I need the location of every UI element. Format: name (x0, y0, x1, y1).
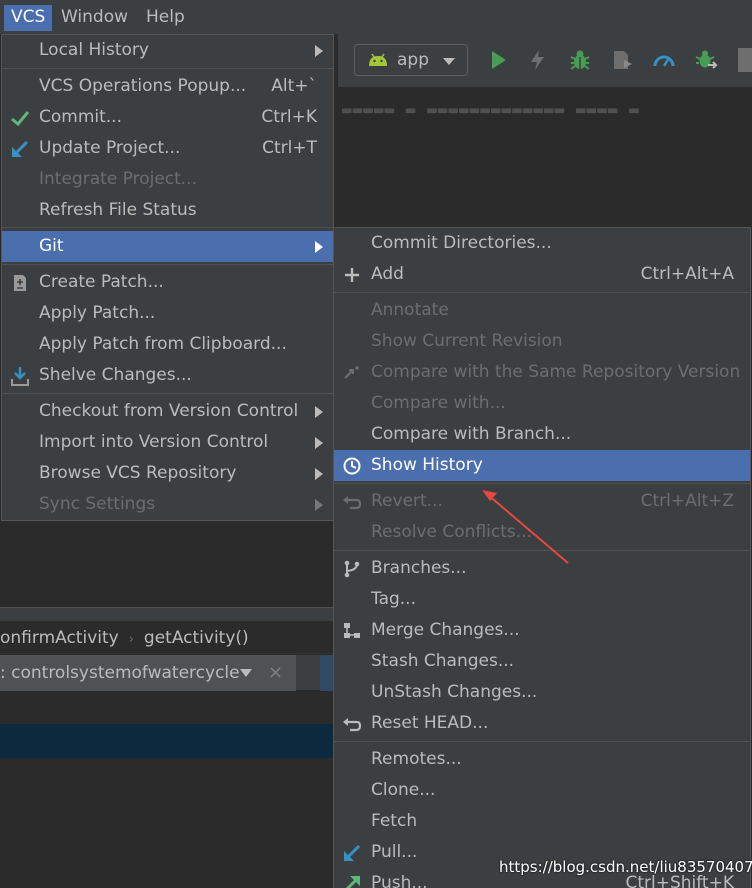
speedometer-icon[interactable] (652, 48, 676, 72)
git-item-remotes[interactable]: Remotes... (334, 744, 750, 775)
breadcrumb: onfirmActivity › getActivity() (0, 622, 333, 654)
git-item-compare-with-branch[interactable]: Compare with Branch... (334, 419, 750, 450)
stop-icon[interactable] (738, 48, 752, 72)
push-icon (345, 876, 360, 888)
console-output (0, 758, 333, 888)
breadcrumb-separator-icon: › (128, 632, 134, 647)
console-line (0, 691, 333, 724)
plus-icon (345, 268, 359, 282)
run-icon[interactable] (486, 48, 510, 72)
code-editor[interactable]: ▬▬▬▬▬ ▬ ▬▬▬▬▬▬▬▬▬▬▬▬▬ ▬▬▬▬ ▬ (338, 88, 752, 228)
chevron-down-icon[interactable] (240, 669, 252, 677)
main-toolbar: app (338, 34, 752, 88)
main-menu-bar: VCS Window Help (0, 0, 752, 34)
submenu-arrow-icon (315, 499, 323, 511)
menu-divider (2, 227, 333, 228)
vcs-item-import[interactable]: Import into Version Control (2, 427, 333, 458)
menu-divider (334, 292, 750, 293)
git-item-tag[interactable]: Tag... (334, 584, 750, 615)
git-item-reset-head[interactable]: Reset HEAD... (334, 708, 750, 739)
submenu-arrow-icon (315, 468, 323, 480)
vcs-item-apply-patch-clipboard[interactable]: Apply Patch from Clipboard... (2, 329, 333, 360)
vcs-item-update-project[interactable]: Update Project... Ctrl+T (2, 133, 333, 164)
menu-vcs[interactable]: VCS (4, 5, 53, 31)
vcs-item-shelve-changes[interactable]: Shelve Changes... (2, 360, 333, 391)
reset-icon (343, 718, 362, 732)
run-configuration-label: app (397, 50, 429, 70)
shelve-icon (11, 367, 29, 386)
git-item-branches[interactable]: Branches... (334, 553, 750, 584)
git-item-compare-same-repo: Compare with the Same Repository Version (334, 357, 750, 388)
menu-divider (2, 264, 333, 265)
git-item-compare-with: Compare with... (371, 393, 506, 413)
menu-divider (2, 393, 333, 394)
submenu-arrow-icon (315, 241, 323, 253)
console-line-selected (0, 724, 333, 758)
close-icon[interactable]: × (268, 655, 283, 691)
git-submenu: Commit Directories... Add Ctrl+Alt+A Ann… (333, 227, 751, 888)
menu-window[interactable]: Window (54, 5, 135, 31)
git-item-show-current-revision: Show Current Revision (371, 331, 563, 351)
branch-icon (344, 560, 360, 578)
vcs-item-browse-repository[interactable]: Browse VCS Repository (2, 458, 333, 489)
git-item-annotate: Annotate (371, 300, 449, 320)
git-item-show-history[interactable]: Show History (334, 450, 750, 481)
git-item-revert: Revert... Ctrl+Alt+Z (334, 486, 750, 517)
check-icon (11, 111, 30, 127)
tab-overflow (320, 655, 333, 691)
vcs-menu: Local History VCS Operations Popup... Al… (1, 34, 334, 521)
menu-divider (334, 550, 750, 551)
menu-help[interactable]: Help (139, 5, 192, 31)
vcs-item-operations-popup[interactable]: VCS Operations Popup... Alt+` (2, 71, 333, 102)
clock-icon (343, 457, 361, 475)
profile-icon[interactable] (610, 48, 634, 72)
git-item-fetch[interactable]: Fetch (334, 806, 750, 837)
breadcrumb-class[interactable]: onfirmActivity (0, 628, 119, 648)
run-tab-label: : controlsystemofwatercycle (0, 663, 240, 683)
code-line: ▬▬▬▬▬ ▬ ▬▬▬▬▬▬▬▬▬▬▬▬▬ ▬▬▬▬ ▬ (342, 100, 640, 119)
run-tool-window-header: : controlsystemofwatercycle × (0, 655, 333, 691)
submenu-arrow-icon (315, 406, 323, 418)
compare-icon (344, 366, 359, 379)
run-configuration-selector[interactable]: app (354, 44, 468, 76)
git-item-stash-changes[interactable]: Stash Changes... (334, 646, 750, 677)
menu-divider (2, 68, 333, 69)
vcs-item-create-patch[interactable]: Create Patch... (2, 267, 333, 298)
git-item-clone[interactable]: Clone... (334, 775, 750, 806)
git-item-add[interactable]: Add Ctrl+Alt+A (334, 259, 750, 290)
attach-debugger-icon[interactable] (694, 48, 718, 72)
editor-background (0, 520, 333, 608)
git-item-merge-changes[interactable]: Merge Changes... (334, 615, 750, 646)
submenu-arrow-icon (315, 437, 323, 449)
apply-changes-icon[interactable] (526, 48, 550, 72)
pull-icon (344, 844, 361, 861)
vcs-item-local-history[interactable]: Local History (2, 35, 333, 66)
panel-splitter[interactable] (0, 607, 333, 621)
chevron-down-icon (443, 58, 455, 65)
git-item-resolve-conflicts: Resolve Conflicts... (371, 522, 532, 542)
vcs-item-checkout[interactable]: Checkout from Version Control (2, 396, 333, 427)
patch-icon (14, 275, 26, 291)
submenu-arrow-icon (315, 45, 323, 57)
breadcrumb-method[interactable]: getActivity() (144, 628, 249, 648)
android-icon (369, 53, 387, 66)
vcs-item-refresh-file-status[interactable]: Refresh File Status (2, 195, 333, 226)
vcs-item-apply-patch[interactable]: Apply Patch... (2, 298, 333, 329)
merge-icon (344, 623, 360, 638)
vcs-item-commit[interactable]: Commit... Ctrl+K (2, 102, 333, 133)
vcs-item-git[interactable]: Git (2, 231, 333, 262)
git-item-unstash-changes[interactable]: UnStash Changes... (334, 677, 750, 708)
menu-divider (334, 483, 750, 484)
git-item-commit-directories[interactable]: Commit Directories... (334, 228, 750, 259)
vcs-item-integrate-project: Integrate Project... (39, 169, 198, 189)
update-arrow-icon (12, 140, 29, 157)
vcs-item-sync-settings: Sync Settings (2, 489, 333, 520)
revert-icon (343, 496, 362, 510)
watermark-text: https://blog.csdn.net/liu835704070 (499, 858, 752, 876)
menu-divider (334, 741, 750, 742)
debug-icon[interactable] (568, 48, 592, 72)
